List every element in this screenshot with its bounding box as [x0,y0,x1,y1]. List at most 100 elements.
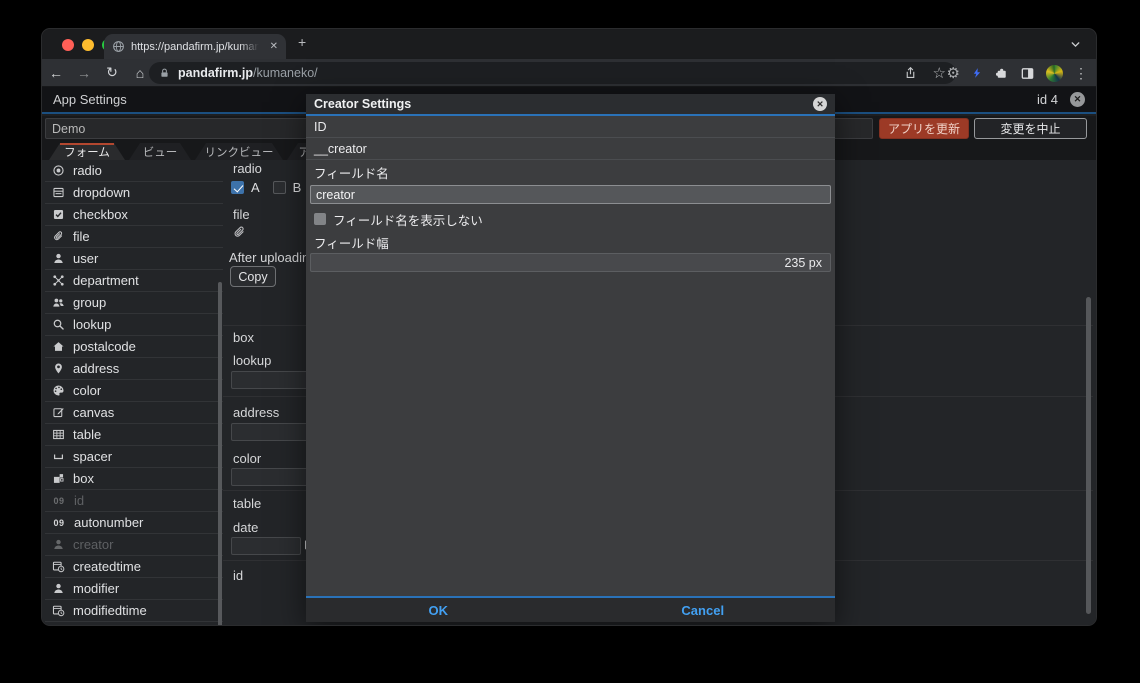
field-label: date [233,520,259,535]
cancel-button-label: Cancel [681,602,725,618]
palette-item-canvas[interactable]: canvas [45,402,223,424]
side-panel-icon[interactable] [1020,66,1035,81]
tab-linkview[interactable]: リンクビュー [195,143,283,160]
field-name-input[interactable] [310,185,831,204]
address-bar[interactable]: pandafirm.jp/kumaneko/ ☆ [149,62,956,84]
palette-item-spacer[interactable]: spacer [45,446,223,468]
modal-id-value-row: __creator [306,138,835,160]
bracket-icon [53,454,64,460]
field-width-input[interactable]: 235 px [310,253,831,272]
close-app-settings-icon[interactable]: ✕ [1070,92,1085,107]
cancel-button[interactable]: Cancel [571,598,836,622]
palette-item-file[interactable]: file [45,226,223,248]
palette-item-label: postalcode [73,339,136,354]
checkbox-checked-icon[interactable] [231,181,244,194]
update-app-button[interactable]: アプリを更新 [879,118,969,139]
kebab-menu-icon[interactable]: ⋮ [1074,66,1088,80]
palette-item-label: canvas [73,405,115,420]
palette-item-label: spacer [73,449,113,464]
hide-field-name-checkbox[interactable] [314,213,326,225]
discard-changes-button[interactable]: 変更を中止 [974,118,1087,139]
back-icon[interactable]: ← [42,65,70,81]
search-icon [53,319,64,330]
new-tab-button[interactable]: + [298,35,306,49]
checkbox-icon[interactable] [272,181,286,194]
url-domain: pandafirm.jp [178,66,254,80]
palette-icon [53,385,64,396]
house-icon [53,342,64,351]
creator-settings-modal: Creator Settings ✕ ID __creator フィールド名 フ… [306,94,835,622]
pencil-square-icon [53,408,64,418]
hide-field-name-label: フィールド名を表示しない [333,213,483,228]
share-icon[interactable] [904,66,917,80]
tab-view-label: ビュー [142,146,178,159]
sidebar-scrollbar[interactable] [218,282,222,625]
palette-item-label: dropdown [73,185,131,200]
lightning-icon[interactable] [971,66,983,80]
calendar-clock-icon [52,561,65,573]
date-input[interactable] [231,537,301,555]
grid-icon [53,429,64,440]
ok-button[interactable]: OK [306,598,571,622]
palette-item-modifier[interactable]: modifier [45,578,223,600]
browser-window: https://pandafirm.jp/kumaneko ✕ + ← → ↻ … [41,28,1097,626]
close-window-button[interactable] [62,39,74,51]
palette-item-label: creator [73,537,114,552]
tab-view[interactable]: ビュー [129,143,191,160]
paperclip-icon [54,231,63,241]
content-scrollbar[interactable] [1086,297,1091,614]
field-label: id [233,568,244,583]
hide-field-name-row[interactable]: フィールド名を表示しない [306,207,835,231]
reload-icon[interactable]: ↻ [98,64,126,81]
browser-tab-strip: https://pandafirm.jp/kumaneko ✕ + [42,29,1096,59]
palette-item-label: checkbox [73,207,128,222]
tab-form[interactable]: フォーム [49,143,125,160]
tab-title: https://pandafirm.jp/kumaneko [131,40,259,53]
palette-item-label: address [73,361,120,376]
minimize-window-button[interactable] [82,39,94,51]
palette-item-address[interactable]: address [45,358,223,380]
palette-item-department[interactable]: department [45,270,223,292]
palette-item-autonumber[interactable]: 09 autonumber [45,512,223,534]
field-palette-sidebar: radio dropdown checkbox file user depart… [45,160,223,622]
checkbox-icon [53,209,64,220]
palette-item-lookup[interactable]: lookup [45,314,223,336]
forward-icon[interactable]: → [70,65,98,81]
page-title: App Settings [53,92,127,107]
palette-item-table[interactable]: table [45,424,223,446]
extensions-puzzle-icon[interactable] [994,66,1009,81]
palette-item-box[interactable]: box [45,468,223,490]
user-icon [54,583,63,594]
palette-item-radio[interactable]: radio [45,160,223,182]
modal-field-name-label-row: フィールド名 [306,160,835,184]
field-label: file [233,207,250,222]
palette-item-createdtime[interactable]: createdtime [45,556,223,578]
department-icon [53,275,64,286]
palette-item-dropdown[interactable]: dropdown [45,182,223,204]
palette-item-modifiedtime[interactable]: modifiedtime [45,600,223,622]
group-icon [53,298,64,307]
tab-close-icon[interactable]: ✕ [270,41,278,52]
palette-item-checkbox[interactable]: checkbox [45,204,223,226]
browser-tab[interactable]: https://pandafirm.jp/kumaneko ✕ [104,34,286,59]
number-icon: 09 [53,495,65,506]
id-value: __creator [314,141,367,156]
chevron-down-icon[interactable] [1069,38,1082,51]
bookmark-star-icon[interactable]: ☆ [933,66,946,81]
field-label: address [233,405,280,420]
copy-button[interactable]: Copy [230,266,276,287]
profile-avatar[interactable] [1046,64,1063,82]
boxes-icon [53,474,64,483]
palette-item-group[interactable]: group [45,292,223,314]
palette-item-label: table [73,427,102,442]
palette-item-color[interactable]: color [45,380,223,402]
palette-item-user[interactable]: user [45,248,223,270]
palette-item-label: modifiedtime [73,603,147,618]
palette-item-label: createdtime [73,559,141,574]
field-label: lookup [233,353,272,368]
palette-item-postalcode[interactable]: postalcode [45,336,223,358]
modal-close-icon[interactable]: ✕ [813,97,827,111]
palette-item-label: file [73,229,90,244]
gear-icon[interactable]: ⚙ [947,66,960,81]
palette-item-label: radio [73,163,102,178]
